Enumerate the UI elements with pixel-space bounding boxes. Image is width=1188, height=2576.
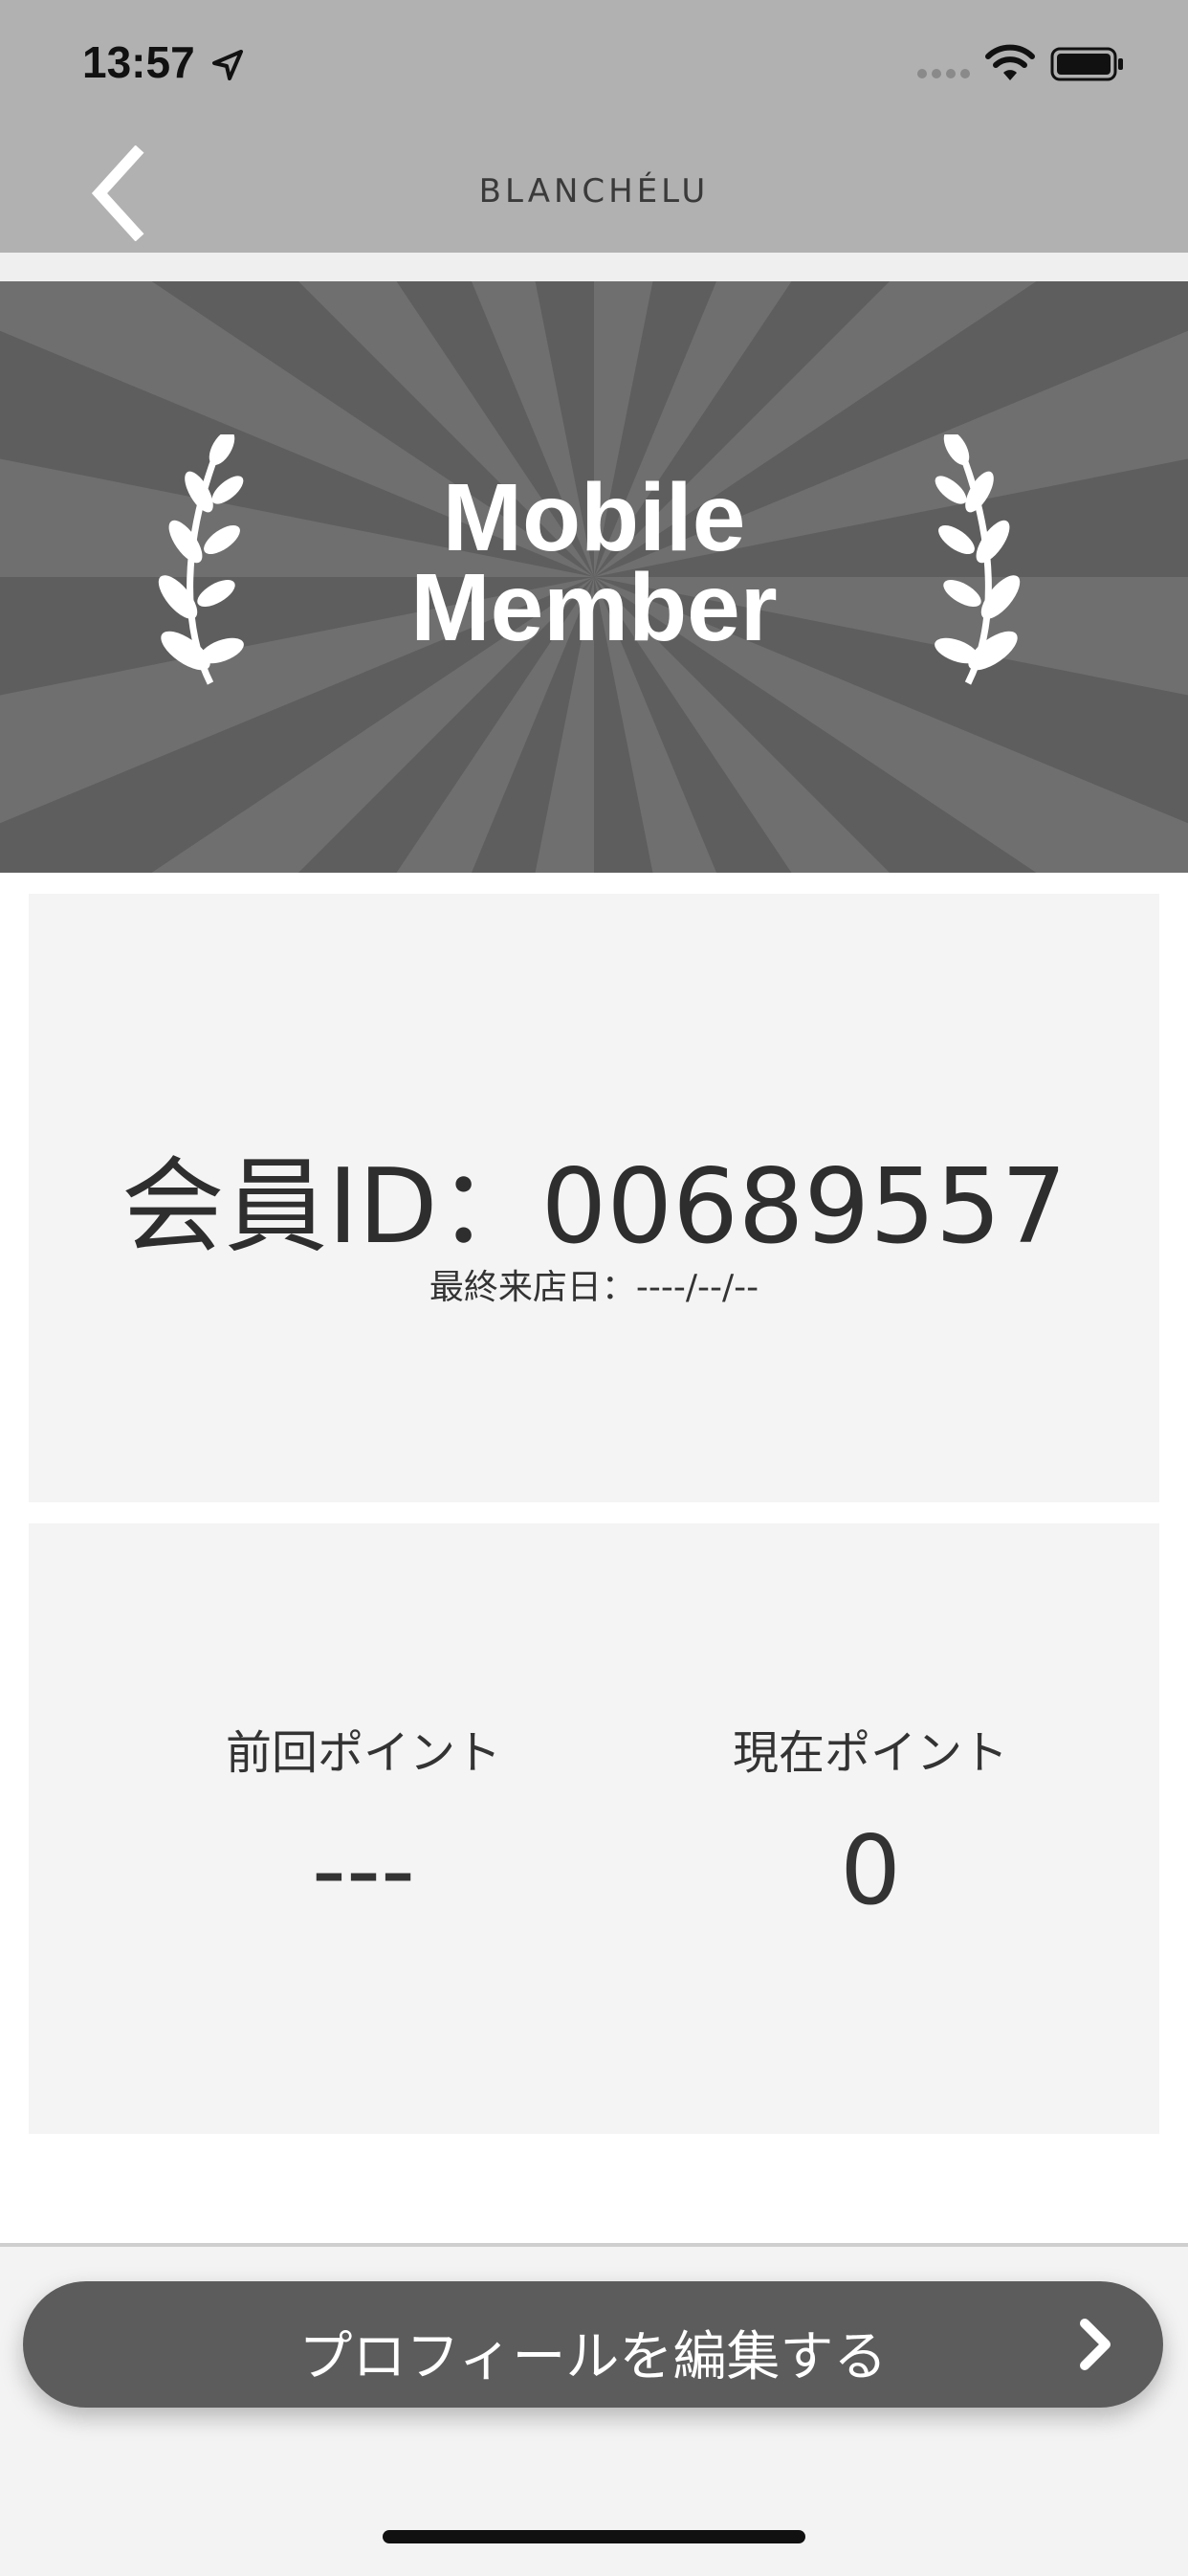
edit-profile-button[interactable]: プロフィールを編集する (23, 2281, 1163, 2408)
member-id-card: 会員ID：00689557 最終来店日：----/--/-- (29, 894, 1159, 1502)
home-indicator (383, 2530, 805, 2543)
member-id: 会員ID：00689557 (121, 1147, 1067, 1267)
current-points-label: 現在ポイント (732, 1726, 1008, 1780)
wifi-icon (985, 44, 1035, 80)
banner-title-line2: Member (410, 554, 778, 661)
divider (0, 253, 1188, 281)
current-points-value: 0 (840, 1814, 901, 1926)
banner-title: Mobile Member (0, 464, 1188, 661)
navigation-bar: BLANCHÉLU (0, 134, 1188, 253)
app-title: BLANCHÉLU (478, 172, 710, 211)
status-time: 13:57 (82, 37, 195, 87)
edit-profile-label: プロフィールを編集する (298, 2326, 888, 2388)
previous-points-value: --- (311, 1814, 416, 1926)
previous-points-label: 前回ポイント (225, 1726, 501, 1780)
location-arrow-icon (212, 50, 243, 80)
banner-title-line1: Mobile (442, 464, 746, 571)
previous-points: 前回ポイント --- (163, 1715, 564, 1926)
current-points: 現在ポイント 0 (670, 1715, 1071, 1926)
chevron-right-icon (1080, 2319, 1111, 2370)
last-visit-date: 最終来店日：----/--/-- (429, 1268, 759, 1307)
bottom-action-area: プロフィールを編集する (0, 2243, 1188, 2576)
mobile-member-banner: Mobile Member (0, 281, 1188, 873)
signal-icon (917, 69, 970, 78)
status-bar: 13:57 (0, 0, 1188, 134)
battery-icon (1050, 47, 1123, 81)
points-card: 前回ポイント --- 現在ポイント 0 (29, 1523, 1159, 2134)
